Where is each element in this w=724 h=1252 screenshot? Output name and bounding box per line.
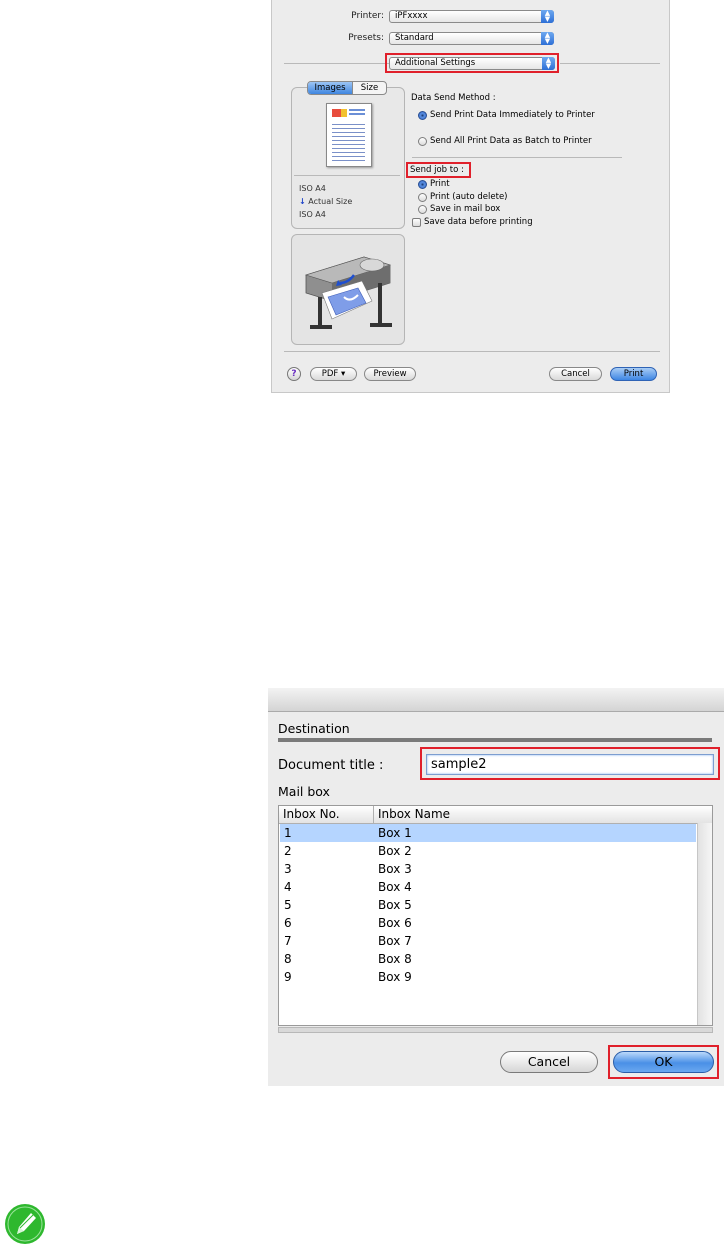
table-body: 1 Box 1 2 Box 2 3 Box 3 4 Box 4 5 Box 5 6 Box … (279, 824, 697, 1025)
scrollbar[interactable] (697, 823, 712, 1025)
doc-title-input[interactable]: sample2 (426, 754, 714, 775)
inbox-name-cell: Box 8 (378, 952, 412, 966)
down-arrow-icon: ↓ (299, 197, 306, 206)
pencil-note-icon (4, 1203, 46, 1245)
inbox-no-cell: 9 (284, 970, 292, 984)
radio-send-batch[interactable] (418, 137, 427, 146)
table-row[interactable]: 1 Box 1 (280, 824, 696, 842)
inbox-no-cell: 3 (284, 862, 292, 876)
cancel-button[interactable]: Cancel (500, 1051, 598, 1073)
separator (560, 63, 660, 64)
printer-icon (304, 256, 392, 329)
save-before-label: Save data before printing (424, 217, 533, 227)
send-immediately-label: Send Print Data Immediately to Printer (430, 110, 595, 120)
panel-value: Additional Settings (395, 58, 476, 68)
table-row[interactable]: 6 Box 6 (280, 914, 696, 932)
separator (294, 175, 400, 176)
section-title: Destination (278, 721, 350, 736)
mailbox-label: Mail box (278, 784, 330, 799)
mailbox-table: Inbox No. Inbox Name 1 Box 1 2 Box 2 3 Box … (278, 805, 713, 1026)
inbox-name-cell: Box 5 (378, 898, 412, 912)
panel-popup[interactable]: Additional Settings ▲ ▼ (389, 57, 555, 70)
tab-size[interactable]: Size (352, 82, 386, 94)
table-row[interactable]: 5 Box 5 (280, 896, 696, 914)
radio-print-auto-delete[interactable] (418, 193, 427, 202)
presets-value: Standard (395, 33, 434, 43)
table-header: Inbox No. Inbox Name (279, 806, 712, 824)
inbox-no-cell: 4 (284, 880, 292, 894)
horizontal-scrollbar[interactable] (278, 1027, 713, 1033)
column-inbox-name[interactable]: Inbox Name (378, 806, 450, 823)
pdf-button[interactable]: PDF ▾ (310, 367, 357, 381)
save-mailbox-label: Save in mail box (430, 204, 501, 214)
separator (284, 63, 389, 64)
paper-size-text: ISO A4 (299, 184, 326, 193)
updown-arrows-icon: ▲ ▼ (542, 57, 555, 70)
save-before-checkbox[interactable] (412, 218, 421, 227)
inbox-no-cell: 1 (284, 826, 292, 840)
inbox-name-cell: Box 1 (378, 826, 412, 840)
table-row[interactable]: 8 Box 8 (280, 950, 696, 968)
inbox-name-cell: Box 7 (378, 934, 412, 948)
print-button[interactable]: Print (610, 367, 657, 381)
presets-popup[interactable]: Standard ▲ ▼ (389, 32, 554, 45)
output-size-text: ISO A4 (299, 210, 326, 219)
preview-button[interactable]: Preview (364, 367, 416, 381)
help-button[interactable]: ? (287, 367, 301, 381)
print-dialog: Printer: iPFxxxx ▲ ▼ Presets: Standard ▲ ▼… (271, 0, 670, 393)
inbox-no-cell: 8 (284, 952, 292, 966)
title-bar (268, 688, 724, 712)
updown-arrows-icon: ▲ ▼ (541, 32, 554, 45)
table-row[interactable]: 2 Box 2 (280, 842, 696, 860)
print-auto-delete-label: Print (auto delete) (430, 192, 508, 202)
radio-print[interactable] (418, 180, 427, 189)
inbox-no-cell: 6 (284, 916, 292, 930)
column-inbox-no[interactable]: Inbox No. (283, 806, 340, 823)
updown-arrows-icon: ▲ ▼ (541, 10, 554, 23)
table-row[interactable]: 7 Box 7 (280, 932, 696, 950)
cancel-button[interactable]: Cancel (549, 367, 602, 381)
data-send-method-label: Data Send Method : (411, 93, 496, 103)
presets-label: Presets: (348, 33, 384, 43)
preview-tabs: Images Size (307, 81, 387, 95)
inbox-name-cell: Box 3 (378, 862, 412, 876)
radio-save-mailbox[interactable] (418, 205, 427, 214)
inbox-no-cell: 5 (284, 898, 292, 912)
section-divider (278, 738, 712, 742)
inbox-name-cell: Box 9 (378, 970, 412, 984)
inbox-no-cell: 7 (284, 934, 292, 948)
ok-button[interactable]: OK (613, 1051, 714, 1073)
printer-illustration (291, 234, 405, 345)
printer-popup[interactable]: iPFxxxx ▲ ▼ (389, 10, 554, 23)
table-row[interactable]: 3 Box 3 (280, 860, 696, 878)
print-label: Print (430, 179, 450, 189)
inbox-name-cell: Box 2 (378, 844, 412, 858)
paper-info: ISO A4 ↓ Actual Size ISO A4 (299, 182, 352, 221)
destination-dialog: Destination Document title : sample2 Mai… (268, 688, 724, 1086)
inbox-name-cell: Box 4 (378, 880, 412, 894)
inbox-name-cell: Box 6 (378, 916, 412, 930)
inbox-no-cell: 2 (284, 844, 292, 858)
scaling-text: Actual Size (308, 197, 353, 206)
thumbnail-image-icon (332, 109, 341, 117)
separator (284, 351, 660, 352)
radio-send-immediately[interactable] (418, 111, 427, 120)
separator (412, 157, 622, 158)
send-batch-label: Send All Print Data as Batch to Printer (430, 136, 592, 146)
printer-label: Printer: (351, 11, 384, 21)
doc-title-label: Document title : (278, 758, 384, 773)
page-thumbnail (326, 103, 372, 167)
table-row[interactable]: 9 Box 9 (280, 968, 696, 986)
send-job-label: Send job to : (410, 165, 464, 175)
printer-value: iPFxxxx (395, 11, 428, 21)
table-row[interactable]: 4 Box 4 (280, 878, 696, 896)
tab-images[interactable]: Images (308, 82, 352, 94)
